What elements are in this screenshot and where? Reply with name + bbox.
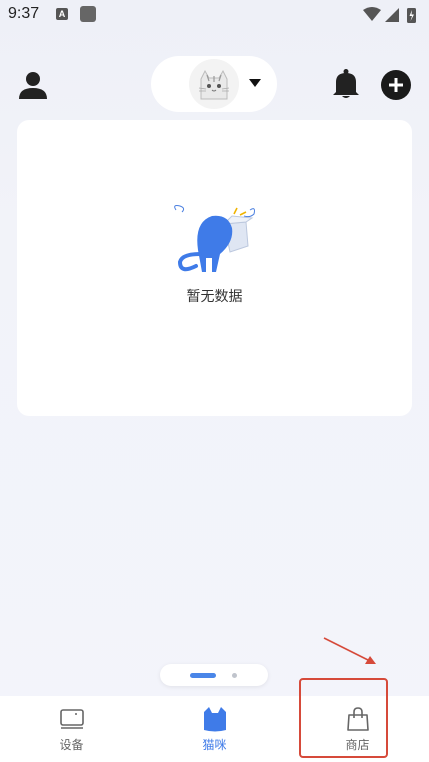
notification-square-icon: [80, 6, 96, 22]
user-icon: [19, 72, 47, 99]
profile-button[interactable]: [16, 68, 50, 102]
annotation-arrow: [323, 637, 376, 664]
tab-devices[interactable]: 设备: [0, 696, 143, 762]
device-icon: [60, 709, 84, 729]
page-dot-active: [190, 673, 216, 678]
annotation-highlight-box: [299, 678, 388, 758]
bell-icon: [333, 69, 359, 98]
empty-box-cat-icon: [174, 205, 255, 272]
empty-state-text: 暂无数据: [186, 289, 243, 305]
signal-icon: [385, 8, 399, 22]
cat-avatar-icon: [189, 59, 239, 109]
status-bar: 9:37 A: [0, 0, 429, 30]
status-icons: [363, 7, 416, 23]
tab-cats[interactable]: 猫咪: [143, 696, 286, 762]
cat-icon: [204, 707, 226, 732]
header: [0, 50, 429, 120]
tab-devices-label: 设备: [59, 738, 84, 752]
tab-cats-label: 猫咪: [202, 738, 227, 752]
wifi-icon: [363, 7, 381, 21]
cat-avatar: [189, 59, 239, 109]
cat-selector[interactable]: [151, 56, 277, 112]
status-time: 9:37: [8, 5, 40, 22]
notifications-button[interactable]: [331, 68, 361, 100]
page-indicator: [160, 664, 268, 686]
content-card: 暂无数据: [17, 120, 412, 416]
notification-a-icon: A: [56, 8, 68, 20]
chevron-down-icon: [249, 79, 261, 87]
plus-icon: [389, 78, 403, 92]
add-button[interactable]: [381, 70, 411, 100]
page-dot: [232, 673, 237, 678]
